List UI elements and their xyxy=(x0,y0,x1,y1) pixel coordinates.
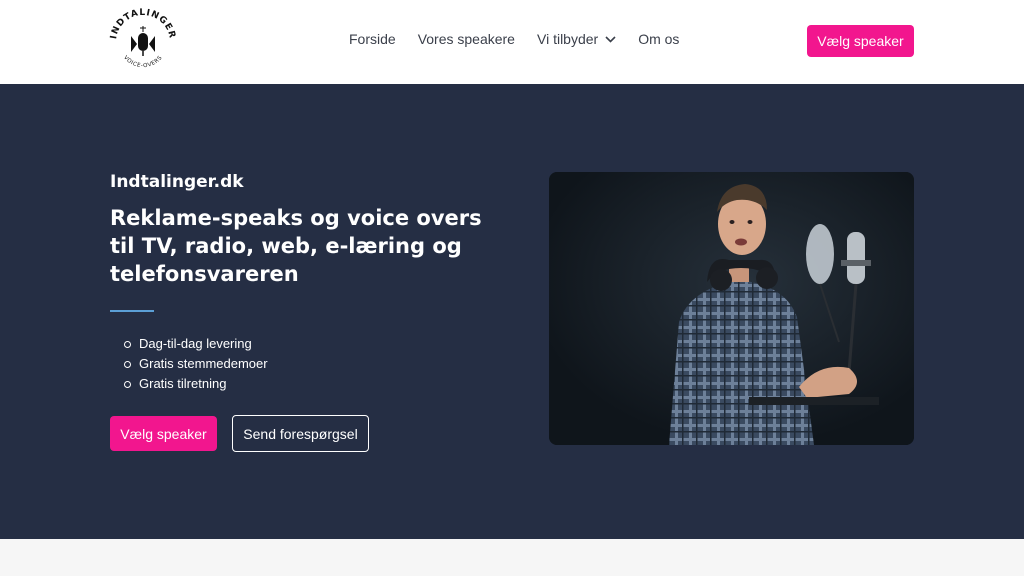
divider xyxy=(110,310,154,312)
hero-section: Indtalinger.dk Reklame-speaks og voice o… xyxy=(0,84,1024,539)
chevron-down-icon xyxy=(605,35,616,43)
hero-choose-speaker-button[interactable]: Vælg speaker xyxy=(110,416,217,451)
feature-list: Dag-til-dag levering Gratis stemmedemoer… xyxy=(124,334,268,394)
hero-brand: Indtalinger.dk xyxy=(110,172,244,192)
speaker-with-microphone-image xyxy=(549,172,914,445)
nav-label: Om os xyxy=(638,31,680,47)
hero-headline: Reklame-speaks og voice overs til TV, ra… xyxy=(110,206,482,286)
microphone-logo-icon: INDTALINGER VOICE-OVERS xyxy=(109,8,176,69)
header-choose-speaker-button[interactable]: Vælg speaker xyxy=(807,25,914,57)
logo[interactable]: INDTALINGER VOICE-OVERS xyxy=(106,6,180,76)
main-nav: Forside Vores speakere Vi tilbyder Om os xyxy=(349,31,679,47)
site-header: INDTALINGER VOICE-OVERS Forside Vores sp… xyxy=(0,0,1024,84)
nav-item-vi-tilbyder[interactable]: Vi tilbyder xyxy=(537,31,616,47)
nav-label: Forside xyxy=(349,31,396,47)
send-inquiry-button[interactable]: Send forespørgsel xyxy=(232,415,369,452)
hero-photo xyxy=(549,172,914,445)
list-item: Dag-til-dag levering xyxy=(124,334,268,354)
nav-item-om-os[interactable]: Om os xyxy=(638,31,679,47)
svg-text:VOICE-OVERS: VOICE-OVERS xyxy=(122,55,164,69)
logo-text-bottom: VOICE-OVERS xyxy=(122,55,163,69)
list-item: Gratis tilretning xyxy=(124,374,268,394)
nav-label: Vores speakere xyxy=(417,31,515,47)
nav-label: Vi tilbyder xyxy=(536,31,599,47)
nav-item-forside[interactable]: Forside xyxy=(349,31,396,47)
list-item: Gratis stemmedemoer xyxy=(124,354,268,374)
next-section xyxy=(0,539,1024,576)
nav-item-vores-speakere[interactable]: Vores speakere xyxy=(418,31,515,47)
